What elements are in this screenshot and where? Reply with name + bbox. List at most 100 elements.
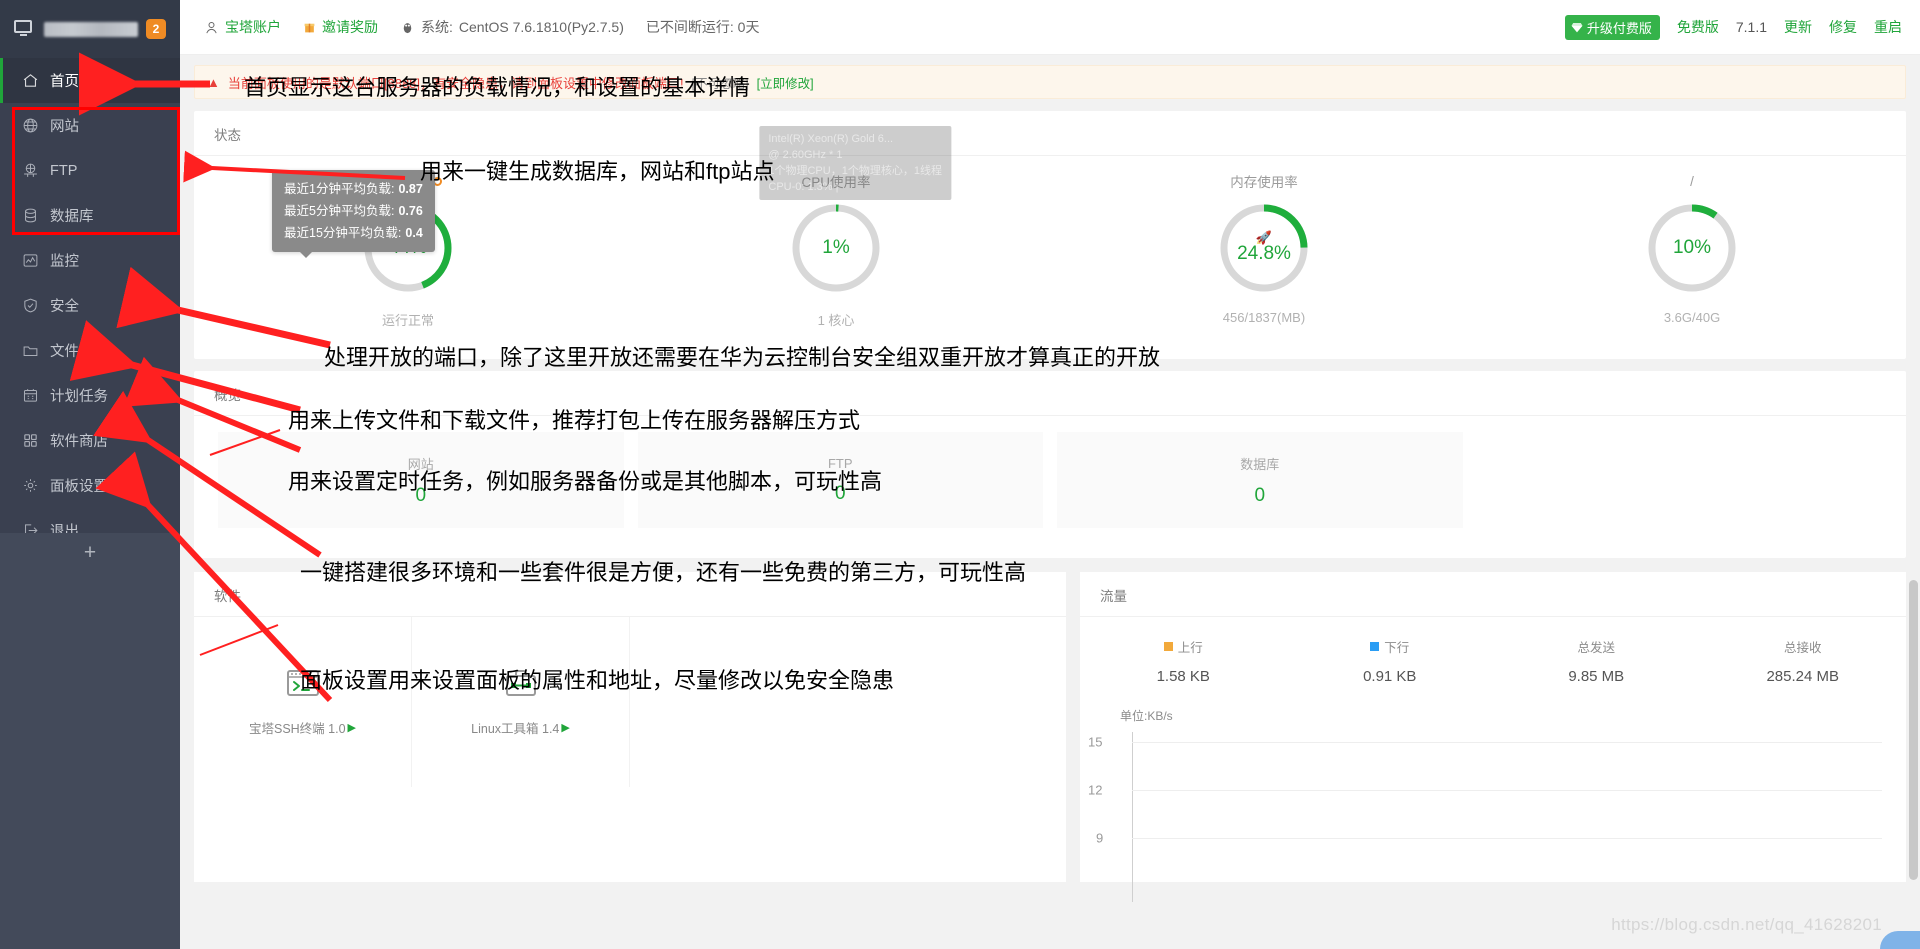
account-entry[interactable]: 宝塔账户 (204, 17, 281, 37)
software-cell-empty (630, 617, 848, 787)
overview-count: 0 (1254, 484, 1266, 506)
sidebar-item-label: 网站 (50, 119, 79, 135)
sidebar-item-panel-settings[interactable]: 面板设置 (0, 463, 180, 508)
status-card-title: 状态 (194, 111, 1906, 156)
gauge-cpu-ring: 1% (788, 200, 884, 296)
monitor-chart-icon (23, 254, 38, 267)
sidebar-item-files[interactable]: 文件 (0, 328, 180, 373)
warning-fix-link[interactable]: [立即修改] (757, 73, 814, 92)
traffic-stat-value: 0.91 KB (1363, 668, 1417, 685)
restart-button[interactable]: 重启 (1874, 17, 1902, 37)
overview-cell-empty (1477, 432, 1883, 528)
load-average-tooltip: 最近1分钟平均负载: 0.87 最近5分钟平均负载: 0.76 最近15分钟平均负载… (272, 170, 435, 258)
traffic-card: 流量 上行 1.58 KB 下行 0.91 KB 总发送 9.85 MB 总接收… (1080, 572, 1906, 902)
chart-ytick: 15 (1088, 734, 1103, 750)
diamond-icon (1571, 22, 1583, 32)
gauge-cpu[interactable]: Intel(R) Xeon(R) Gold 6... @ 2.60GHz * 11… (622, 126, 1050, 329)
watermark: https://blog.csdn.net/qq_41628201 (1611, 915, 1882, 934)
upgrade-label: 升级付费版 (1586, 20, 1652, 36)
annotation-4: 用来上传文件和下载文件，推荐打包上传在服务器解压方式 (288, 408, 861, 433)
traffic-stat-download: 下行 0.91 KB (1287, 637, 1494, 685)
overview-cell-database[interactable]: 数据库 0 (1057, 432, 1463, 528)
sidebar-item-home[interactable]: 首页 (0, 58, 180, 103)
warning-triangle-icon: ▲ (207, 74, 220, 90)
invite-entry[interactable]: 邀请奖励 (303, 17, 378, 37)
gauge-memory-ring: 🚀 24.8% (1216, 200, 1312, 296)
grid-apps-icon (24, 434, 37, 447)
sidebar-item-security[interactable]: 安全 (0, 283, 180, 328)
load-tip-label: 最近1分钟平均负载: (284, 182, 395, 196)
notification-badge[interactable]: 2 (146, 19, 166, 39)
traffic-stat-value: 285.24 MB (1766, 668, 1840, 685)
sidebar-item-label: 面板设置 (50, 479, 108, 495)
globe-icon (23, 118, 38, 133)
chart-gridline (1132, 790, 1882, 791)
traffic-stat-value: 9.85 MB (1568, 668, 1625, 685)
folder-icon (23, 346, 38, 356)
traffic-stat-label: 总发送 (1577, 641, 1615, 655)
play-icon[interactable]: ▶ (348, 721, 356, 734)
gauge-load-sub: 运行正常 (381, 313, 434, 328)
edition-label: 免费版 (1676, 19, 1719, 35)
chart-ytick: 12 (1088, 782, 1103, 798)
chart-y-axis (1132, 732, 1133, 902)
gauge-memory-caption: 内存使用率 (1230, 175, 1298, 190)
update-button[interactable]: 更新 (1784, 17, 1812, 37)
upload-swatch-icon (1163, 642, 1173, 651)
upgrade-button[interactable]: 升级付费版 (1564, 14, 1660, 40)
sidebar-item-monitor[interactable]: 监控 (0, 238, 180, 283)
gauge-memory-sub: 456/1837(MB) (1222, 310, 1306, 325)
calendar-icon (23, 389, 38, 402)
sidebar-item-appstore[interactable]: 软件商店 (0, 418, 180, 463)
linux-icon (403, 22, 412, 33)
annotation-3: 处理开放的端口，除了这里开放还需要在华为云控制台安全组双重开放才算真正的开放 (324, 345, 1161, 370)
page-scrollbar-thumb[interactable] (1909, 580, 1918, 880)
bottom-row: 软件 宝塔SSH终端 1.0 ▶ Linux工具箱 1.4 ▶ 流量 上行 1.… (194, 572, 1906, 902)
sidebar-item-label: 首页 (50, 74, 79, 90)
gauge-disk-ring: 10% (1644, 200, 1740, 296)
gift-icon (304, 23, 315, 32)
sidebar-item-label: 数据库 (50, 209, 94, 225)
sidebar-item-website[interactable]: 网站 (0, 103, 180, 148)
top-bar-left: 宝塔账户 邀请奖励 系统: CentOS 7.6.1810(Py2.7.5) 已… (204, 17, 759, 37)
annotation-5: 用来设置定时任务，例如服务器备份或是其他脚本，可玩性高 (288, 469, 883, 494)
sidebar-filler (0, 533, 180, 949)
sidebar-item-ftp[interactable]: FTP (0, 148, 180, 193)
status-card: 状态 负载状态 44% 运行正常 (194, 111, 1906, 359)
system-info: 系统: CentOS 7.6.1810(Py2.7.5) (400, 17, 624, 37)
load-tip-value: 0.4 (405, 226, 423, 240)
sidebar-item-label: 安全 (50, 299, 79, 315)
top-bar-right: 升级付费版 免费版 7.1.1 更新 修复 重启 (1564, 14, 1902, 40)
software-item-name: Linux工具箱 1.4 (471, 721, 560, 736)
sidebar-item-label: FTP (50, 162, 78, 179)
sidebar-item-label: 文件 (50, 344, 79, 360)
invite-label: 邀请奖励 (322, 19, 378, 35)
chart-unit-label: 单位:KB/s (1120, 709, 1173, 723)
software-card: 软件 宝塔SSH终端 1.0 ▶ Linux工具箱 1.4 ▶ (194, 572, 1066, 882)
software-item-ssh[interactable]: 宝塔SSH终端 1.0 ▶ (194, 617, 412, 787)
play-icon[interactable]: ▶ (561, 721, 569, 734)
gauge-disk-sub: 3.6G/40G (1663, 310, 1721, 325)
server-name-masked (44, 21, 138, 37)
traffic-stat-label: 下行 (1384, 641, 1410, 655)
version-label: 7.1.1 (1735, 19, 1767, 35)
traffic-card-title: 流量 (1080, 572, 1906, 617)
gauge-memory[interactable]: 内存使用率 🚀 24.8% 456/1837(MB) (1050, 172, 1478, 329)
traffic-chart: 15 12 9 (1088, 732, 1882, 902)
system-value: CentOS 7.6.1810(Py2.7.5) (458, 19, 624, 35)
sidebar-add-button[interactable]: + (0, 533, 180, 573)
repair-button[interactable]: 修复 (1829, 17, 1857, 37)
software-item-linux-toolbox[interactable]: Linux工具箱 1.4 ▶ (412, 617, 630, 787)
chart-gridline (1132, 742, 1882, 743)
system-key: 系统: (421, 19, 453, 35)
sidebar-menu: 首页 网站 FTP 数据库 监控 安全 文件 计划任务 软件商店 面板设置 退出 (0, 58, 180, 553)
user-icon (206, 21, 217, 33)
sidebar-item-database[interactable]: 数据库 (0, 193, 180, 238)
load-tip-label: 最近5分钟平均负载: (284, 204, 395, 218)
gauge-disk[interactable]: / 10% 3.6G/40G (1478, 172, 1906, 329)
software-grid: 宝塔SSH终端 1.0 ▶ Linux工具箱 1.4 ▶ (194, 617, 1066, 787)
traffic-stat-value: 1.58 KB (1156, 668, 1210, 685)
home-icon (23, 74, 38, 87)
gauge-row: 负载状态 44% 运行正常 Intel(R) Xeon(R) Gold 6...… (194, 126, 1906, 359)
sidebar-item-cron[interactable]: 计划任务 (0, 373, 180, 418)
